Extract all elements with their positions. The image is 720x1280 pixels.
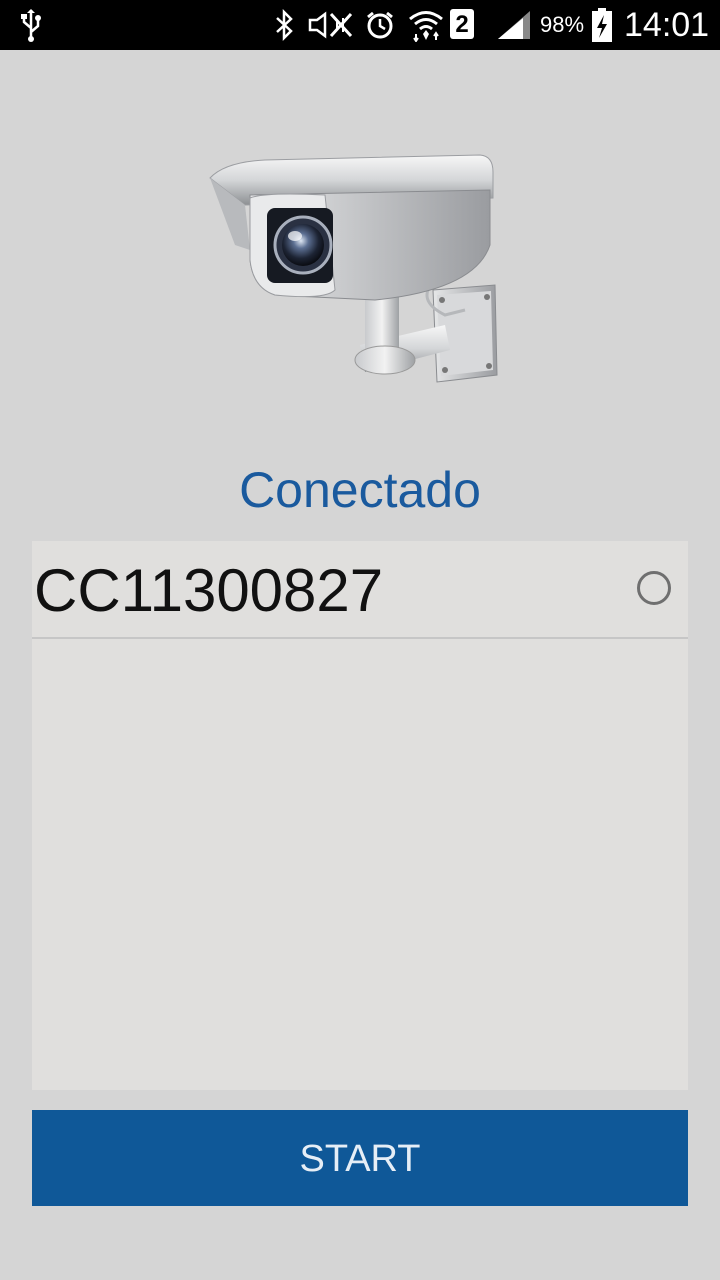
device-list: CC11300827	[32, 541, 688, 1090]
nfc-mute-icon	[306, 0, 356, 50]
battery-percent: 98%	[540, 12, 585, 37]
sim-icon: 2	[450, 9, 474, 39]
device-name: CC11300827	[34, 557, 384, 624]
device-radio-button[interactable]	[637, 571, 671, 605]
status-bar: 2 98% 14:01	[0, 0, 720, 50]
clock: 14:01	[624, 6, 710, 44]
usb-icon	[16, 0, 46, 50]
device-list-item[interactable]: CC11300827	[32, 541, 688, 639]
security-camera-icon	[205, 150, 510, 385]
bluetooth-icon	[270, 0, 298, 50]
signal-icon	[494, 0, 534, 50]
battery-charging-icon	[588, 0, 616, 50]
start-button[interactable]: START	[32, 1110, 688, 1206]
connection-status-label: Conectado	[239, 462, 481, 518]
alarm-icon	[364, 0, 396, 50]
wifi-icon	[406, 0, 446, 50]
